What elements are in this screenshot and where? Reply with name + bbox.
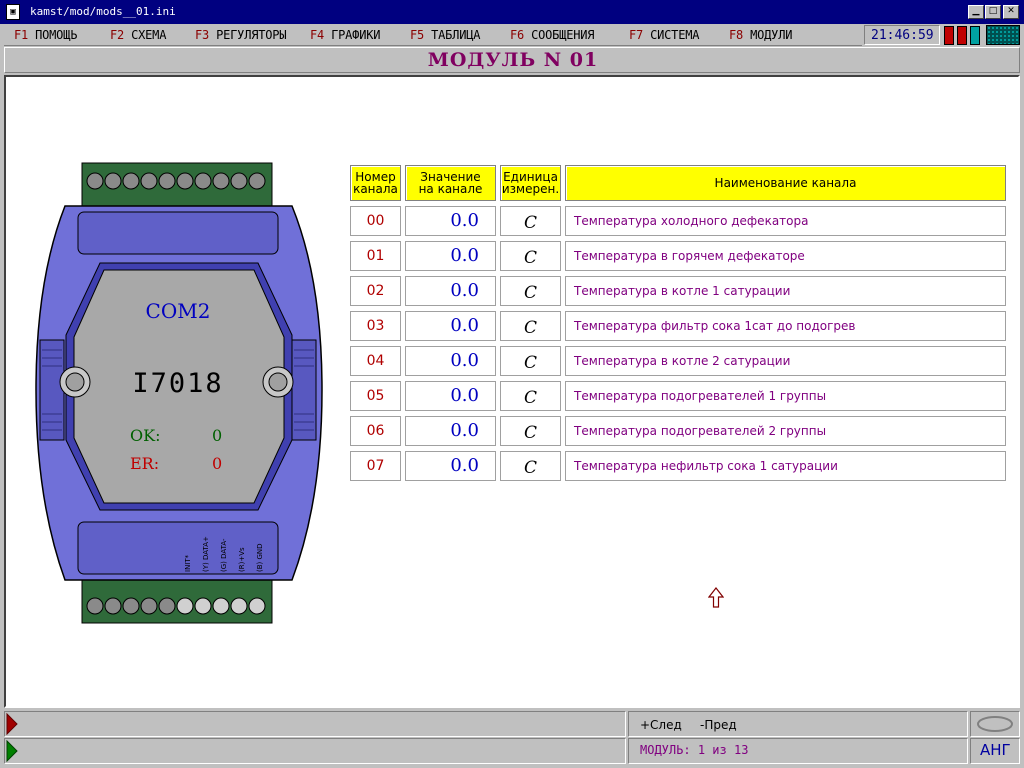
channel-number: 06 <box>350 416 401 446</box>
channel-value[interactable]: 0.0 <box>405 276 496 306</box>
device-top-bar <box>77 211 279 255</box>
channel-value[interactable]: 0.0 <box>405 346 496 376</box>
channel-unit: C <box>500 451 561 481</box>
ellipse-icon <box>977 716 1013 732</box>
red-indicator-2 <box>957 26 967 45</box>
device-module: COM2 I7018 OK: 0 ER: 0 INIT* (Y) DATA+ (… <box>35 162 323 624</box>
menu-item-regulators[interactable]: F3 РЕГУЛЯТОРЫ <box>195 28 287 42</box>
device-port: COM2 <box>146 299 211 323</box>
channel-unit: C <box>500 206 561 236</box>
pin-label-gnd: (B) GND <box>256 543 264 572</box>
grid-indicator-icon <box>986 25 1020 45</box>
language-label: АНГ <box>980 741 1011 759</box>
ok-count: 0 <box>212 426 222 445</box>
header-unit: Единица измерен. <box>500 165 561 201</box>
channel-value[interactable]: 0.0 <box>405 416 496 446</box>
clock-time: 21:46:59 <box>871 28 934 43</box>
channel-name[interactable]: Температура подогревателей 2 группы <box>565 416 1006 446</box>
channel-name[interactable]: Температура в котле 2 сатурации <box>565 346 1006 376</box>
channel-value[interactable]: 0.0 <box>405 311 496 341</box>
red-indicator-1 <box>944 26 954 45</box>
channel-unit: C <box>500 276 561 306</box>
channel-number: 03 <box>350 311 401 341</box>
channel-value[interactable]: 0.0 <box>405 241 496 271</box>
channel-name[interactable]: Температура фильтр сока 1сат до подогрев <box>565 311 1006 341</box>
header-channel-value: Значение на канале <box>405 165 496 201</box>
maximize-button[interactable]: □ <box>985 5 1001 19</box>
app-icon[interactable]: ▣ <box>6 4 20 20</box>
channel-number: 05 <box>350 381 401 411</box>
clock-display: 21:46:59 <box>864 25 940 45</box>
channel-name[interactable]: Температура в котле 1 сатурации <box>565 276 1006 306</box>
menu-item-modules[interactable]: F8 МОДУЛИ <box>729 28 792 42</box>
next-button[interactable]: +След <box>640 718 682 732</box>
channel-value[interactable]: 0.0 <box>405 206 496 236</box>
menu-item-help[interactable]: F1 ПОМОЩЬ <box>14 28 77 42</box>
er-label: ER: <box>130 454 159 473</box>
device-model: I7018 <box>132 368 223 399</box>
device-bottom-bar <box>77 521 279 575</box>
message-bar-1 <box>4 711 626 737</box>
pin-label-data-minus: (G) DATA- <box>220 538 228 572</box>
play-green-icon[interactable] <box>6 740 18 762</box>
menu-item-table[interactable]: F5 ТАБЛИЦА <box>410 28 480 42</box>
menu-item-system[interactable]: F7 СИСТЕМА <box>629 28 699 42</box>
er-count: 0 <box>212 454 222 473</box>
channel-unit: C <box>500 381 561 411</box>
menu-item-graphs[interactable]: F4 ГРАФИКИ <box>310 28 380 42</box>
channel-value[interactable]: 0.0 <box>405 451 496 481</box>
channel-name[interactable]: Температура нефильтр сока 1 сатурации <box>565 451 1006 481</box>
channel-name[interactable]: Температура в горячем дефекаторе <box>565 241 1006 271</box>
header-channel-number: Номер канала <box>350 165 401 201</box>
right-grip <box>291 339 317 441</box>
channel-number: 00 <box>350 206 401 236</box>
channel-unit: C <box>500 346 561 376</box>
header-channel-name: Наименование канала <box>565 165 1006 201</box>
page-title: МОДУЛЬ N 01 <box>427 49 599 71</box>
prev-button[interactable]: -Пред <box>700 718 737 732</box>
play-red-icon[interactable] <box>6 713 18 735</box>
channel-name[interactable]: Температура холодного дефекатора <box>565 206 1006 236</box>
message-bar-2 <box>4 738 626 764</box>
module-status: МОДУЛЬ: 1 из 13 <box>640 743 749 757</box>
channel-number: 04 <box>350 346 401 376</box>
left-grip <box>39 339 65 441</box>
channel-number: 07 <box>350 451 401 481</box>
window-title: kamst/mod/mods__01.ini <box>30 5 176 18</box>
page-header: МОДУЛЬ N 01 <box>4 47 1020 73</box>
channel-number: 02 <box>350 276 401 306</box>
pin-label-vs: (R)+Vs <box>238 547 246 572</box>
menu-bar: F1 ПОМОЩЬ F2 СХЕМА F3 РЕГУЛЯТОРЫ F4 ГРАФ… <box>4 24 862 46</box>
close-button[interactable]: ✕ <box>1003 5 1019 19</box>
menu-item-messages[interactable]: F6 СООБЩЕНИЯ <box>510 28 595 42</box>
cyan-indicator <box>970 26 980 45</box>
channel-name[interactable]: Температура подогревателей 1 группы <box>565 381 1006 411</box>
channel-unit: C <box>500 311 561 341</box>
channel-unit: C <box>500 241 561 271</box>
pin-label-init: INIT* <box>184 554 192 572</box>
pin-label-data-plus: (Y) DATA+ <box>202 536 210 572</box>
menu-item-scheme[interactable]: F2 СХЕМА <box>110 28 166 42</box>
cursor-arrow-icon <box>708 587 724 608</box>
minimize-button[interactable]: ▁ <box>968 5 984 19</box>
ok-label: OK: <box>130 426 160 445</box>
channel-unit: C <box>500 416 561 446</box>
channel-value[interactable]: 0.0 <box>405 381 496 411</box>
channel-number: 01 <box>350 241 401 271</box>
